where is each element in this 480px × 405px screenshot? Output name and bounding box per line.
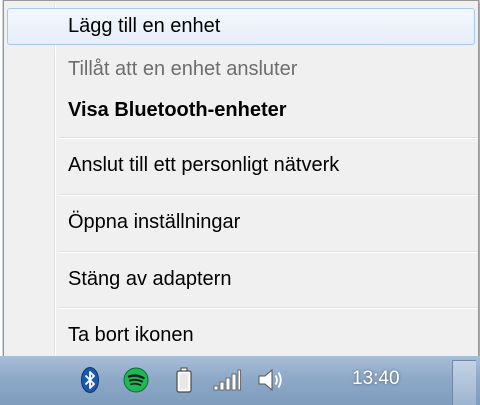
menu-item-open-settings[interactable]: Öppna inställningar <box>7 204 475 241</box>
menu-item-label: Lägg till en enhet <box>68 15 221 37</box>
menu-item-label: Visa Bluetooth-enheter <box>68 99 287 121</box>
battery-icon[interactable] <box>174 366 194 394</box>
menu-separator <box>59 307 478 309</box>
volume-icon[interactable] <box>256 366 288 394</box>
spotify-icon[interactable] <box>122 366 150 394</box>
menu-separator <box>59 251 478 253</box>
menu-item-add-device[interactable]: Lägg till en enhet <box>7 8 475 45</box>
bluetooth-icon[interactable] <box>80 366 100 394</box>
show-desktop-button[interactable] <box>452 360 476 405</box>
menu-item-turn-off-adapter[interactable]: Stäng av adaptern <box>7 261 475 298</box>
menu-separator <box>59 137 478 139</box>
taskbar-clock[interactable]: 13:40 <box>352 368 400 390</box>
desktop-edge <box>0 0 2 356</box>
menu-item-remove-icon[interactable]: Ta bort ikonen <box>7 317 475 354</box>
menu-item-label: Öppna inställningar <box>68 211 241 233</box>
menu-separator <box>59 194 478 196</box>
network-signal-icon[interactable] <box>212 366 242 394</box>
menu-item-join-personal-network[interactable]: Anslut till ett personligt nätverk <box>7 147 475 184</box>
menu-item-label: Stäng av adaptern <box>68 268 232 290</box>
menu-item-show-bluetooth-devices[interactable]: Visa Bluetooth-enheter <box>7 92 475 129</box>
menu-item-label: Tillåt att en enhet ansluter <box>68 58 298 80</box>
bluetooth-context-menu: Lägg till en enhet Tillåt att en enhet a… <box>3 0 479 358</box>
menu-item-allow-device-connect: Tillåt att en enhet ansluter <box>7 51 475 88</box>
menu-item-label: Ta bort ikonen <box>68 324 194 346</box>
menu-item-label: Anslut till ett personligt nätverk <box>68 154 340 176</box>
